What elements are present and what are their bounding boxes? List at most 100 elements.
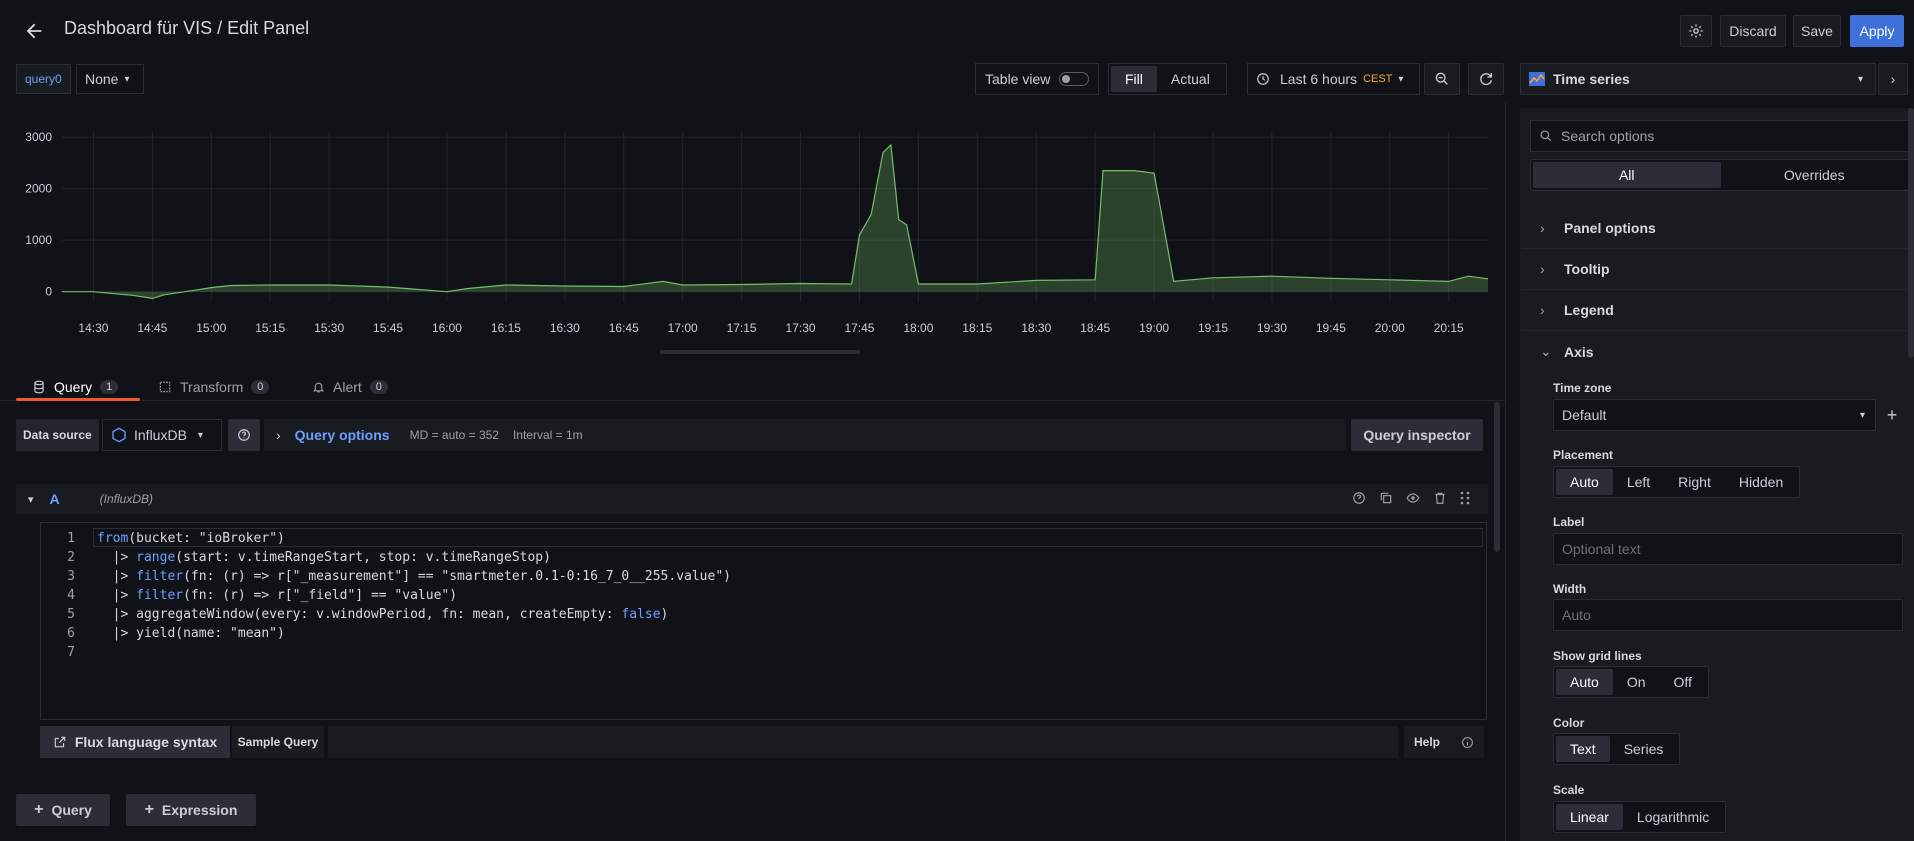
query-options-bar[interactable]: › Query options MD = auto = 352 Interval… xyxy=(264,419,1346,451)
placement-auto[interactable]: Auto xyxy=(1556,469,1613,495)
query-scrollbar[interactable] xyxy=(1494,402,1500,552)
query-datasource-name: (InfluxDB) xyxy=(99,492,153,506)
time-series-chart: 0 1000 2000 3000 14:30 14:45 15:00 15:15 15:30 15… xyxy=(25,130,1489,335)
placement-toggle[interactable]: Auto Left Right Hidden xyxy=(1553,466,1801,498)
add-expression-button[interactable]: + Expression xyxy=(126,794,256,826)
refresh-button[interactable] xyxy=(1468,63,1504,95)
trash-icon[interactable] xyxy=(1433,491,1447,505)
code-line[interactable]: |> range(start: v.timeRangeStart, stop: … xyxy=(97,550,551,565)
y-tick-label: 3000 xyxy=(25,130,52,144)
x-tick-label: 18:00 xyxy=(903,321,933,335)
width-input[interactable]: Auto xyxy=(1553,599,1903,631)
placement-hidden[interactable]: Hidden xyxy=(1725,469,1797,495)
x-tick-label: 19:15 xyxy=(1198,321,1228,335)
visualization-picker[interactable]: Time series ▾ xyxy=(1520,63,1876,95)
grid-off[interactable]: Off xyxy=(1660,669,1706,695)
options-search-input[interactable]: Search options xyxy=(1530,120,1911,152)
zoom-out-icon xyxy=(1435,72,1448,85)
all-option[interactable]: All xyxy=(1533,162,1721,188)
settings-button[interactable] xyxy=(1680,15,1712,47)
x-tick-label: 15:30 xyxy=(314,321,344,335)
tab-transform[interactable]: Transform 0 xyxy=(158,372,270,402)
overrides-option[interactable]: Overrides xyxy=(1721,162,1909,188)
query-ref-id[interactable]: A xyxy=(50,491,60,507)
code-line[interactable]: |> filter(fn: (r) => r["_measurement"] =… xyxy=(97,569,731,584)
time-zone-value: Default xyxy=(1562,407,1607,423)
scale-logarithmic[interactable]: Logarithmic xyxy=(1623,804,1723,830)
table-view-toggle[interactable]: Table view xyxy=(975,63,1099,95)
x-tick-label: 14:45 xyxy=(137,321,167,335)
back-button[interactable] xyxy=(20,18,48,44)
collapse-options-button[interactable]: › xyxy=(1878,63,1908,95)
section-axis[interactable]: ⌄ Axis xyxy=(1522,331,1914,372)
line-number: 2 xyxy=(67,550,75,565)
datasource-help-button[interactable] xyxy=(228,419,260,451)
tab-alert[interactable]: Alert 0 xyxy=(312,372,388,402)
toggle-switch[interactable] xyxy=(1059,72,1090,86)
grid-auto[interactable]: Auto xyxy=(1556,669,1613,695)
color-text[interactable]: Text xyxy=(1556,736,1610,762)
panel-resize-handle[interactable] xyxy=(660,350,860,354)
chevron-down-icon[interactable]: ▾ xyxy=(28,493,34,506)
x-tick-label: 19:30 xyxy=(1257,321,1287,335)
code-line[interactable]: |> filter(fn: (r) => r["_field"] == "val… xyxy=(97,588,457,603)
discard-button[interactable]: Discard xyxy=(1720,15,1786,47)
code-line[interactable]: |> yield(name: "mean") xyxy=(97,626,285,641)
grid-on[interactable]: On xyxy=(1613,669,1660,695)
color-series[interactable]: Series xyxy=(1610,736,1678,762)
time-range-picker[interactable]: Last 6 hours CEST ▾ xyxy=(1247,63,1420,95)
transform-icon xyxy=(159,381,171,393)
query-row-header[interactable]: ▾ A (InfluxDB) xyxy=(16,484,1488,514)
help-button[interactable]: Help xyxy=(1404,726,1484,758)
options-filter-toggle[interactable]: All Overrides xyxy=(1530,159,1911,191)
eye-icon[interactable] xyxy=(1406,491,1420,505)
tab-transform-label: Transform xyxy=(180,379,244,395)
fill-option[interactable]: Fill xyxy=(1111,66,1157,92)
options-scrollbar[interactable] xyxy=(1908,108,1914,358)
query-options-label[interactable]: Query options xyxy=(295,427,390,443)
grid-lines-toggle[interactable]: Auto On Off xyxy=(1553,666,1709,698)
width-placeholder: Auto xyxy=(1562,607,1591,623)
help-icon[interactable] xyxy=(1352,491,1366,505)
add-query-button[interactable]: + Query xyxy=(16,794,110,826)
flux-code-editor[interactable]: 1 from(bucket: "ioBroker") 2 |> range(star… xyxy=(40,522,1487,720)
x-tick-label: 15:45 xyxy=(373,321,403,335)
save-button[interactable]: Save xyxy=(1793,15,1841,47)
y-tick-label: 1000 xyxy=(25,233,52,247)
placement-right[interactable]: Right xyxy=(1664,469,1725,495)
drag-handle-icon[interactable] xyxy=(1460,491,1470,505)
query-variable-value: None xyxy=(85,71,119,87)
code-line[interactable]: |> aggregateWindow(every: v.windowPeriod… xyxy=(97,607,669,622)
add-time-zone-button[interactable]: + xyxy=(1882,402,1902,428)
grid-lines-label: Show grid lines xyxy=(1553,649,1642,663)
bell-icon xyxy=(312,382,325,393)
actual-option[interactable]: Actual xyxy=(1157,66,1224,92)
flux-syntax-label: Flux language syntax xyxy=(74,734,218,750)
query-inspector-button[interactable]: Query inspector xyxy=(1351,419,1483,451)
zoom-out-button[interactable] xyxy=(1424,63,1460,95)
placement-left[interactable]: Left xyxy=(1613,469,1664,495)
gear-icon xyxy=(1689,24,1703,38)
datasource-picker[interactable]: InfluxDB ▾ xyxy=(102,419,222,451)
axis-label-input[interactable]: Optional text xyxy=(1553,533,1903,565)
time-series-icon xyxy=(1529,72,1545,86)
apply-button[interactable]: Apply xyxy=(1850,15,1904,47)
placement-label: Placement xyxy=(1553,448,1614,462)
x-tick-label: 18:45 xyxy=(1080,321,1110,335)
time-zone-select[interactable]: Default ▾ xyxy=(1553,399,1876,431)
clock-icon xyxy=(1257,73,1269,85)
chevron-down-icon: ▾ xyxy=(1857,73,1863,85)
section-tooltip[interactable]: › Tooltip xyxy=(1522,249,1914,290)
color-toggle[interactable]: Text Series xyxy=(1553,733,1681,765)
scale-linear[interactable]: Linear xyxy=(1556,804,1623,830)
section-legend[interactable]: › Legend xyxy=(1522,290,1914,331)
copy-icon[interactable] xyxy=(1379,491,1393,505)
section-panel-options[interactable]: › Panel options xyxy=(1522,208,1914,249)
sample-query-select[interactable] xyxy=(328,726,1398,758)
query-variable-select[interactable]: None ▾ xyxy=(76,64,144,94)
scale-label: Scale xyxy=(1553,783,1585,797)
fill-actual-toggle[interactable]: Fill Actual xyxy=(1108,63,1227,95)
tab-query-count: 1 xyxy=(100,380,119,394)
flux-syntax-link[interactable]: Flux language syntax xyxy=(40,726,230,758)
scale-toggle[interactable]: Linear Logarithmic xyxy=(1553,801,1727,833)
